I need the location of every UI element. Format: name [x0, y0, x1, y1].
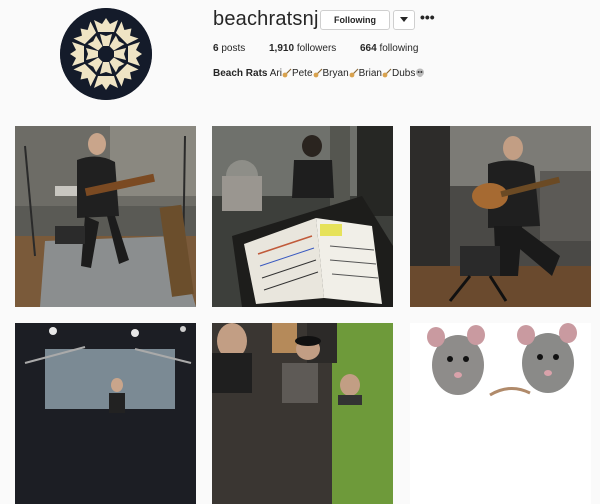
bio-name: Beach Rats: [213, 68, 268, 79]
following-stat[interactable]: 664 following: [360, 43, 418, 54]
more-options-button[interactable]: •••: [420, 10, 435, 28]
guitar-icon: [349, 68, 359, 78]
followers-stat[interactable]: 1,910 followers: [269, 43, 336, 54]
bio-member: Pete: [291, 68, 313, 79]
followers-count: 1,910: [269, 43, 295, 54]
followers-label: followers: [296, 43, 337, 54]
profile-username: beachratsnj: [213, 8, 319, 30]
posts-stat: 6 posts: [213, 43, 245, 54]
bio-member: Dubs: [392, 68, 416, 79]
post-thumbnail[interactable]: [212, 323, 393, 504]
following-count: 664: [360, 43, 377, 54]
posts-label: posts: [221, 43, 246, 54]
profile-avatar[interactable]: [60, 8, 152, 100]
guitar-icon: [282, 68, 292, 78]
chevron-down-icon: [400, 16, 408, 22]
bio-member: Brian: [358, 68, 382, 79]
following-label: following: [379, 43, 419, 54]
post-thumbnail[interactable]: [15, 323, 196, 504]
post-thumbnail[interactable]: [15, 126, 196, 307]
star-burst-logo: [60, 8, 152, 100]
guitar-icon: [313, 68, 322, 78]
skull-icon: [416, 68, 425, 78]
post-image-control-room: [15, 323, 196, 504]
follow-dropdown-button[interactable]: [393, 10, 415, 30]
bio-member: Ari: [269, 68, 282, 79]
post-image-notebook: [212, 126, 393, 307]
post-image-rats: [410, 323, 591, 504]
posts-count: 6: [213, 43, 219, 54]
post-image-bassist: [15, 126, 196, 307]
post-image-guitarist: [410, 126, 591, 307]
post-thumbnail[interactable]: [410, 126, 591, 307]
post-image-band-group: [212, 323, 393, 504]
following-button[interactable]: Following: [320, 10, 390, 30]
profile-bio: Beach Rats Ari Pete Bryan Brian Dubs: [213, 68, 425, 79]
post-thumbnail[interactable]: [212, 126, 393, 307]
bio-member: Bryan: [322, 68, 349, 79]
guitar-icon: [382, 68, 392, 78]
post-thumbnail[interactable]: [410, 323, 591, 504]
